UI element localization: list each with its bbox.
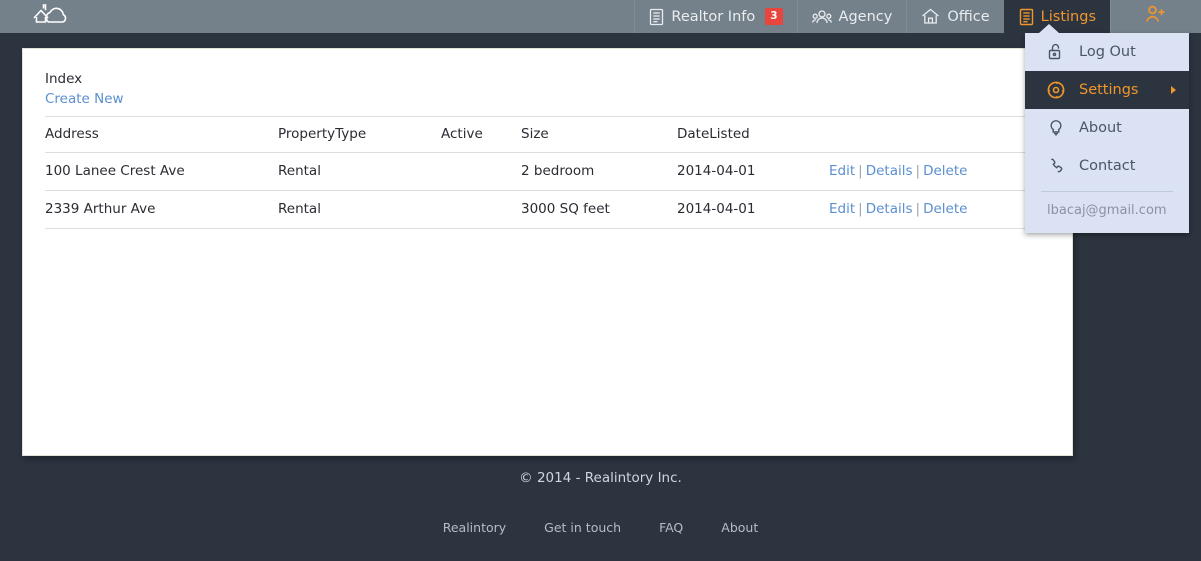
gear-icon bbox=[1047, 81, 1069, 99]
cell-property-type: Rental bbox=[278, 152, 441, 191]
footer-links: Realintory Get in touch FAQ About bbox=[0, 520, 1201, 535]
details-link[interactable]: Details bbox=[866, 163, 913, 179]
document-icon bbox=[649, 8, 664, 26]
document-icon bbox=[1019, 8, 1034, 26]
footer-link-about[interactable]: About bbox=[721, 520, 758, 535]
dropdown-item-about[interactable]: About bbox=[1025, 109, 1189, 147]
nav-item-label: Office bbox=[947, 8, 990, 25]
action-separator: | bbox=[915, 163, 921, 179]
cell-property-type: Rental bbox=[278, 190, 441, 229]
create-new-link[interactable]: Create New bbox=[45, 90, 124, 108]
edit-link[interactable]: Edit bbox=[829, 163, 855, 179]
action-separator: | bbox=[915, 201, 921, 217]
people-icon bbox=[811, 9, 832, 25]
add-user-icon bbox=[1144, 5, 1168, 28]
house-cloud-logo-icon bbox=[30, 1, 70, 32]
footer-link-faq[interactable]: FAQ bbox=[659, 520, 683, 535]
cell-address: 2339 Arthur Ave bbox=[45, 190, 278, 229]
table-head: Address PropertyType Active Size DateLis… bbox=[45, 116, 1050, 153]
listings-table: Address PropertyType Active Size DateLis… bbox=[45, 116, 1050, 229]
nav-item-label: Agency bbox=[838, 8, 893, 25]
dropdown-item-log-out[interactable]: Log Out bbox=[1025, 33, 1189, 71]
cell-date-listed: 2014-04-01 bbox=[677, 152, 829, 191]
home-icon bbox=[921, 8, 940, 25]
footer-link-get-in-touch[interactable]: Get in touch bbox=[544, 520, 621, 535]
user-dropdown-menu: Log Out Settings About Contact lbacaj@gm… bbox=[1025, 24, 1189, 233]
cell-date-listed: 2014-04-01 bbox=[677, 190, 829, 229]
dropdown-item-settings[interactable]: Settings bbox=[1025, 71, 1189, 109]
dropdown-item-contact[interactable]: Contact bbox=[1025, 147, 1189, 185]
table-body: 100 Lanee Crest Ave Rental 2 bedroom 201… bbox=[45, 152, 1050, 229]
table-row: 2339 Arthur Ave Rental 3000 SQ feet 2014… bbox=[45, 190, 1050, 229]
cell-address: 100 Lanee Crest Ave bbox=[45, 152, 278, 191]
column-header-address: Address bbox=[45, 116, 278, 153]
nav-item-label: Listings bbox=[1040, 8, 1096, 25]
brand-logo[interactable] bbox=[0, 0, 100, 33]
action-separator: | bbox=[858, 163, 863, 179]
footer-link-realintory[interactable]: Realintory bbox=[443, 520, 506, 535]
cell-size: 2 bedroom bbox=[521, 152, 677, 191]
page-footer: © 2014 - Realintory Inc. Realintory Get … bbox=[0, 470, 1201, 535]
action-separator: | bbox=[858, 201, 863, 217]
cell-active bbox=[441, 190, 521, 229]
dropdown-caret-icon bbox=[1039, 24, 1059, 33]
nav-item-office[interactable]: Office bbox=[906, 0, 1003, 33]
unlock-icon bbox=[1047, 43, 1069, 61]
dropdown-item-label: Settings bbox=[1079, 82, 1139, 98]
nav-item-label: Realtor Info bbox=[671, 8, 756, 25]
user-menu-button[interactable] bbox=[1110, 0, 1201, 33]
navbar-spacer bbox=[100, 0, 634, 33]
chevron-right-icon bbox=[1171, 86, 1176, 94]
lightbulb-icon bbox=[1047, 119, 1069, 137]
phone-icon bbox=[1047, 157, 1069, 175]
page-title: Index bbox=[45, 71, 83, 87]
cell-size: 3000 SQ feet bbox=[521, 190, 677, 229]
content-card: Index Create New Address PropertyType Ac… bbox=[22, 48, 1073, 456]
status-badge: 3 bbox=[765, 7, 783, 26]
column-header-date-listed: DateListed bbox=[677, 116, 829, 153]
table-row: 100 Lanee Crest Ave Rental 2 bedroom 201… bbox=[45, 152, 1050, 191]
delete-link[interactable]: Delete bbox=[923, 163, 967, 179]
dropdown-item-label: Contact bbox=[1079, 158, 1136, 174]
column-header-size: Size bbox=[521, 116, 677, 153]
cell-actions: Edit | Details | Delete bbox=[829, 190, 1050, 229]
delete-link[interactable]: Delete bbox=[923, 201, 967, 217]
dropdown-item-label: About bbox=[1079, 120, 1122, 136]
nav-item-agency[interactable]: Agency bbox=[796, 0, 907, 33]
column-header-actions bbox=[829, 116, 1050, 153]
top-navbar: Realtor Info 3 Agency Office Listings bbox=[0, 0, 1201, 33]
nav-item-realtor-info[interactable]: Realtor Info 3 bbox=[634, 0, 796, 33]
content-header: Index Create New bbox=[23, 49, 1072, 108]
dropdown-item-label: Log Out bbox=[1079, 44, 1136, 60]
table-header-row: Address PropertyType Active Size DateLis… bbox=[45, 116, 1050, 153]
cell-active bbox=[441, 152, 521, 191]
copyright-text: © 2014 - Realintory Inc. bbox=[519, 470, 682, 486]
column-header-active: Active bbox=[441, 116, 521, 153]
dropdown-user-email: lbacaj@gmail.com bbox=[1047, 203, 1167, 218]
edit-link[interactable]: Edit bbox=[829, 201, 855, 217]
details-link[interactable]: Details bbox=[866, 201, 913, 217]
cell-actions: Edit | Details | Delete bbox=[829, 152, 1050, 191]
column-header-property-type: PropertyType bbox=[278, 116, 441, 153]
